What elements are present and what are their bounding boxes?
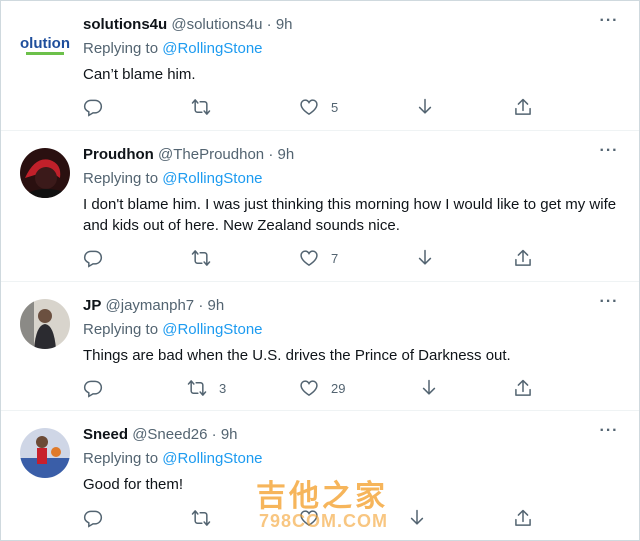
replying-prefix: Replying to	[83, 450, 159, 467]
mention-link[interactable]: @RollingStone	[162, 450, 262, 467]
author-name[interactable]: JP	[83, 297, 101, 314]
retweet-button[interactable]: 3	[187, 377, 226, 399]
share-button[interactable]	[513, 377, 533, 399]
timestamp[interactable]: 9h	[221, 426, 238, 443]
mention-link[interactable]: @RollingStone	[162, 321, 262, 338]
heart-icon	[299, 248, 319, 268]
more-options-icon[interactable]: ···	[597, 423, 621, 443]
like-count: 7	[331, 250, 339, 266]
reply-icon	[83, 508, 103, 528]
reply-button[interactable]	[83, 96, 115, 118]
replying-to: Replying to @RollingStone	[83, 321, 263, 339]
retweet-count: 3	[219, 380, 227, 396]
arrow-down-icon	[415, 248, 435, 268]
solutions-logo-icon: solutions	[20, 18, 70, 68]
author-name[interactable]: solutions4u	[83, 16, 167, 33]
separator: ·	[268, 146, 274, 163]
watermark: 吉他之家	[256, 480, 388, 513]
author-handle[interactable]: @solutions4u	[171, 16, 262, 33]
tweet-header: JP @jaymanph7 · 9h	[83, 297, 224, 315]
more-options-icon[interactable]: ···	[597, 294, 621, 314]
tweet-actions: 3 29	[83, 377, 543, 399]
downvote-button[interactable]	[415, 247, 435, 269]
reply-icon	[83, 378, 103, 398]
tweet-header: Proudhon @TheProudhon · 9h	[83, 146, 294, 164]
replying-prefix: Replying to	[83, 170, 159, 187]
like-count: 5	[331, 99, 339, 115]
avatar[interactable]	[20, 299, 70, 349]
basketball-photo-icon	[20, 428, 70, 478]
svg-text:solutions: solutions	[20, 35, 70, 52]
replying-to: Replying to @RollingStone	[83, 450, 263, 468]
heart-icon	[299, 97, 319, 117]
separator: ·	[211, 426, 217, 443]
tweet-text: Things are bad when the U.S. drives the …	[83, 347, 511, 364]
tweet[interactable]: Proudhon @TheProudhon · 9h ··· Replying …	[1, 131, 639, 282]
mention-link[interactable]: @RollingStone	[162, 40, 262, 57]
retweet-button[interactable]	[191, 96, 223, 118]
replying-to: Replying to @RollingStone	[83, 40, 263, 58]
like-count: 29	[331, 380, 346, 396]
like-button[interactable]: 29	[299, 377, 345, 399]
reply-button[interactable]	[83, 507, 115, 529]
tweet[interactable]: JP @jaymanph7 · 9h ··· Replying to @Roll…	[1, 282, 639, 411]
tweet-header: Sneed @Sneed26 · 9h	[83, 426, 238, 444]
share-icon	[513, 378, 533, 398]
reply-icon	[83, 97, 103, 117]
share-icon	[513, 508, 533, 528]
heart-icon	[299, 378, 319, 398]
share-icon	[513, 248, 533, 268]
author-name[interactable]: Sneed	[83, 426, 128, 443]
reply-button[interactable]	[83, 247, 115, 269]
author-handle[interactable]: @jaymanph7	[106, 297, 195, 314]
author-handle[interactable]: @Sneed26	[132, 426, 207, 443]
retweet-icon	[191, 97, 211, 117]
replying-to: Replying to @RollingStone	[83, 170, 263, 188]
mention-link[interactable]: @RollingStone	[162, 170, 262, 187]
avatar[interactable]	[20, 148, 70, 198]
tweet-thread: solutions solutions4u @solutions4u · 9h …	[0, 0, 640, 541]
more-options-icon[interactable]: ···	[597, 13, 621, 33]
tweet-actions: 5	[83, 96, 543, 118]
timestamp[interactable]: 9h	[276, 16, 293, 33]
tweet-actions: 7	[83, 247, 543, 269]
more-options-icon[interactable]: ···	[597, 143, 621, 163]
retweet-button[interactable]	[191, 507, 223, 529]
retweet-icon	[191, 508, 211, 528]
downvote-button[interactable]	[407, 507, 427, 529]
like-button[interactable]: 7	[299, 247, 338, 269]
tweet-header: solutions4u @solutions4u · 9h	[83, 16, 293, 34]
author-name[interactable]: Proudhon	[83, 146, 154, 163]
tweet-text: I don't blame him. I was just thinking t…	[83, 196, 617, 234]
reply-icon	[83, 248, 103, 268]
avatar[interactable]: solutions	[20, 18, 70, 68]
person-photo-icon	[20, 299, 70, 349]
downvote-button[interactable]	[415, 96, 435, 118]
downvote-button[interactable]	[419, 377, 439, 399]
red-portrait-icon	[20, 148, 70, 198]
retweet-icon	[187, 378, 207, 398]
share-icon	[513, 97, 533, 117]
author-handle[interactable]: @TheProudhon	[158, 146, 264, 163]
watermark-url: 798COM.COM	[259, 511, 389, 531]
separator: ·	[266, 16, 272, 33]
separator: ·	[198, 297, 204, 314]
retweet-button[interactable]	[191, 247, 223, 269]
timestamp[interactable]: 9h	[277, 146, 294, 163]
tweet[interactable]: solutions solutions4u @solutions4u · 9h …	[1, 1, 639, 131]
share-button[interactable]	[513, 96, 533, 118]
replying-prefix: Replying to	[83, 40, 159, 57]
reply-button[interactable]	[83, 377, 115, 399]
retweet-icon	[191, 248, 211, 268]
tweet-text: Can’t blame him.	[83, 66, 196, 83]
avatar[interactable]	[20, 428, 70, 478]
share-button[interactable]	[513, 247, 533, 269]
share-button[interactable]	[513, 507, 533, 529]
arrow-down-icon	[419, 378, 439, 398]
replying-prefix: Replying to	[83, 321, 159, 338]
timestamp[interactable]: 9h	[207, 297, 224, 314]
arrow-down-icon	[407, 508, 427, 528]
like-button[interactable]: 5	[299, 96, 338, 118]
arrow-down-icon	[415, 97, 435, 117]
